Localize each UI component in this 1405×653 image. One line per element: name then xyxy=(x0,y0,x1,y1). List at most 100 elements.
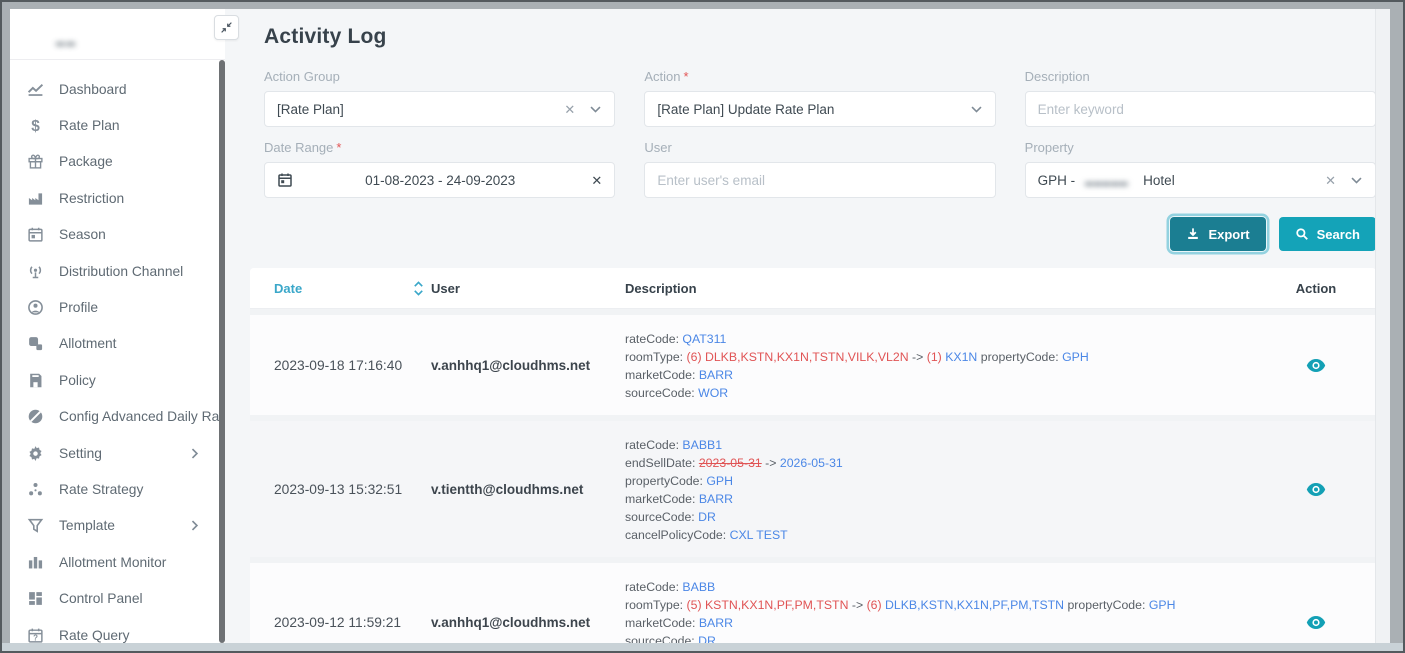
sidebar-header xyxy=(10,9,225,60)
dashboard-icon xyxy=(27,81,44,98)
table-body: 2023-09-18 17:16:40 v.anhhq1@cloudhms.net… xyxy=(250,309,1376,643)
chevron-right-icon xyxy=(188,447,201,460)
view-details-button[interactable] xyxy=(1302,354,1330,377)
cell-date: 2023-09-18 17:16:40 xyxy=(250,315,431,415)
cell-date: 2023-09-12 11:59:21 xyxy=(250,563,431,643)
sidebar-item-dashboard[interactable]: Dashboard xyxy=(10,71,219,107)
filter-date-range: Date Range* 01-08-2023 - 24-09-2023 ✕ xyxy=(264,140,615,198)
chevron-down-icon[interactable] xyxy=(589,103,602,116)
date-range-label: Date Range xyxy=(264,140,333,155)
action-label: Action xyxy=(644,69,680,84)
clear-icon[interactable]: ✕ xyxy=(564,103,575,116)
sidebar-item-control-panel[interactable]: Control Panel xyxy=(10,580,219,616)
allotment-monitor-icon xyxy=(27,554,44,571)
sidebar-item-label: Allotment Monitor xyxy=(59,555,209,570)
clear-icon[interactable]: ✕ xyxy=(591,174,602,187)
cell-description: rateCode: BABBroomType: (5) KSTN,KX1N,PF… xyxy=(625,563,1256,643)
package-icon xyxy=(27,153,44,170)
policy-icon xyxy=(27,372,44,389)
sidebar-item-distribution-channel[interactable]: Distribution Channel xyxy=(10,253,219,289)
eye-icon xyxy=(1306,615,1326,630)
column-header-date[interactable]: Date xyxy=(250,281,431,296)
sidebar-item-rate-query[interactable]: ?Rate Query xyxy=(10,617,219,643)
description-input[interactable] xyxy=(1025,91,1376,127)
table-row: 2023-09-18 17:16:40v.anhhq1@cloudhms.net… xyxy=(250,315,1376,415)
action-group-label: Action Group xyxy=(264,69,340,84)
app-window: Dashboard$Rate Plan Package Restriction Sea… xyxy=(10,9,1390,643)
column-header-user[interactable]: User xyxy=(431,281,625,296)
search-button[interactable]: Search xyxy=(1279,217,1376,251)
download-icon xyxy=(1186,227,1200,241)
rate-strategy-icon xyxy=(27,481,44,498)
sidebar-item-setting[interactable]: Setting xyxy=(10,435,219,471)
setting-icon xyxy=(27,445,44,462)
filters-section: Action Group [Rate Plan] ✕ Action* [Rate… xyxy=(264,69,1376,198)
eye-icon xyxy=(1306,482,1326,497)
column-header-description[interactable]: Description xyxy=(625,281,1256,296)
sidebar-item-label: Rate Query xyxy=(59,628,209,643)
template-icon xyxy=(27,517,44,534)
sidebar-item-label: Profile xyxy=(59,300,209,315)
sidebar-item-label: Control Panel xyxy=(59,591,209,606)
cell-action xyxy=(1256,563,1376,643)
action-value: [Rate Plan] Update Rate Plan xyxy=(657,102,955,117)
cell-date: 2023-09-13 15:32:51 xyxy=(250,421,431,557)
sidebar-collapse-button[interactable] xyxy=(214,15,239,40)
sort-icon[interactable] xyxy=(412,281,425,296)
sidebar-item-label: Package xyxy=(59,154,209,169)
sidebar-item-template[interactable]: Template xyxy=(10,508,219,544)
user-email-input[interactable] xyxy=(644,162,995,198)
clear-icon[interactable]: ✕ xyxy=(1325,174,1336,187)
sidebar-item-allotment-monitor[interactable]: Allotment Monitor xyxy=(10,544,219,580)
sidebar-item-config-advanced-daily-rate[interactable]: Config Advanced Daily Rate xyxy=(10,399,219,435)
chevron-right-icon xyxy=(188,519,201,532)
sidebar-item-policy[interactable]: Policy xyxy=(10,362,219,398)
sidebar-item-allotment[interactable]: Allotment xyxy=(10,326,219,362)
sidebar: Dashboard$Rate Plan Package Restriction Sea… xyxy=(10,9,225,643)
sidebar-item-profile[interactable]: Profile xyxy=(10,289,219,325)
sidebar-item-season[interactable]: Season xyxy=(10,217,219,253)
main-content: Activity Log Action Group [Rate Plan] ✕ … xyxy=(225,9,1390,643)
window-frame: Dashboard$Rate Plan Package Restriction Sea… xyxy=(0,0,1405,653)
table-row: 2023-09-13 15:32:51v.tientth@cloudhms.ne… xyxy=(250,421,1376,557)
view-details-button[interactable] xyxy=(1302,611,1330,634)
allotment-icon xyxy=(27,335,44,352)
sidebar-item-package[interactable]: Package xyxy=(10,144,219,180)
chevron-down-icon[interactable] xyxy=(1350,174,1363,187)
property-label: Property xyxy=(1025,140,1074,155)
action-group-value: [Rate Plan] xyxy=(277,102,552,117)
action-select[interactable]: [Rate Plan] Update Rate Plan xyxy=(644,91,995,127)
cell-user: v.anhhq1@cloudhms.net xyxy=(431,563,625,643)
description-label: Description xyxy=(1025,69,1090,84)
filter-description: Description xyxy=(1025,69,1376,127)
property-select[interactable]: GPH - Hotel ✕ xyxy=(1025,162,1376,198)
main-scrollbar[interactable] xyxy=(1375,9,1390,643)
season-icon xyxy=(27,226,44,243)
cell-user: v.tientth@cloudhms.net xyxy=(431,421,625,557)
sidebar-item-label: Season xyxy=(59,227,209,242)
action-group-select[interactable]: [Rate Plan] ✕ xyxy=(264,91,615,127)
config-advanced-daily-rate-icon xyxy=(27,408,44,425)
cell-description: rateCode: BABB1endSellDate: 2023-05-31 -… xyxy=(625,421,1256,557)
required-mark: * xyxy=(336,140,341,155)
sidebar-item-rate-plan[interactable]: $Rate Plan xyxy=(10,107,219,143)
rate-plan-icon: $ xyxy=(27,117,44,134)
filter-action: Action* [Rate Plan] Update Rate Plan xyxy=(644,69,995,127)
sidebar-item-label: Template xyxy=(59,518,188,533)
chevron-down-icon[interactable] xyxy=(970,103,983,116)
view-details-button[interactable] xyxy=(1302,478,1330,501)
table-row: 2023-09-12 11:59:21v.anhhq1@cloudhms.net… xyxy=(250,563,1376,643)
sidebar-item-label: Distribution Channel xyxy=(59,264,209,279)
date-range-input[interactable]: 01-08-2023 - 24-09-2023 ✕ xyxy=(264,162,615,198)
cell-action xyxy=(1256,421,1376,557)
sidebar-item-label: Restriction xyxy=(59,191,209,206)
sidebar-item-label: Setting xyxy=(59,446,188,461)
export-button[interactable]: Export xyxy=(1170,217,1265,251)
date-range-value: 01-08-2023 - 24-09-2023 xyxy=(301,173,579,188)
sidebar-item-restriction[interactable]: Restriction xyxy=(10,180,219,216)
search-icon xyxy=(1295,227,1309,241)
sidebar-item-label: Rate Strategy xyxy=(59,482,209,497)
distribution-channel-icon xyxy=(27,263,44,280)
sidebar-item-rate-strategy[interactable]: Rate Strategy xyxy=(10,471,219,507)
user-label: User xyxy=(644,140,671,155)
